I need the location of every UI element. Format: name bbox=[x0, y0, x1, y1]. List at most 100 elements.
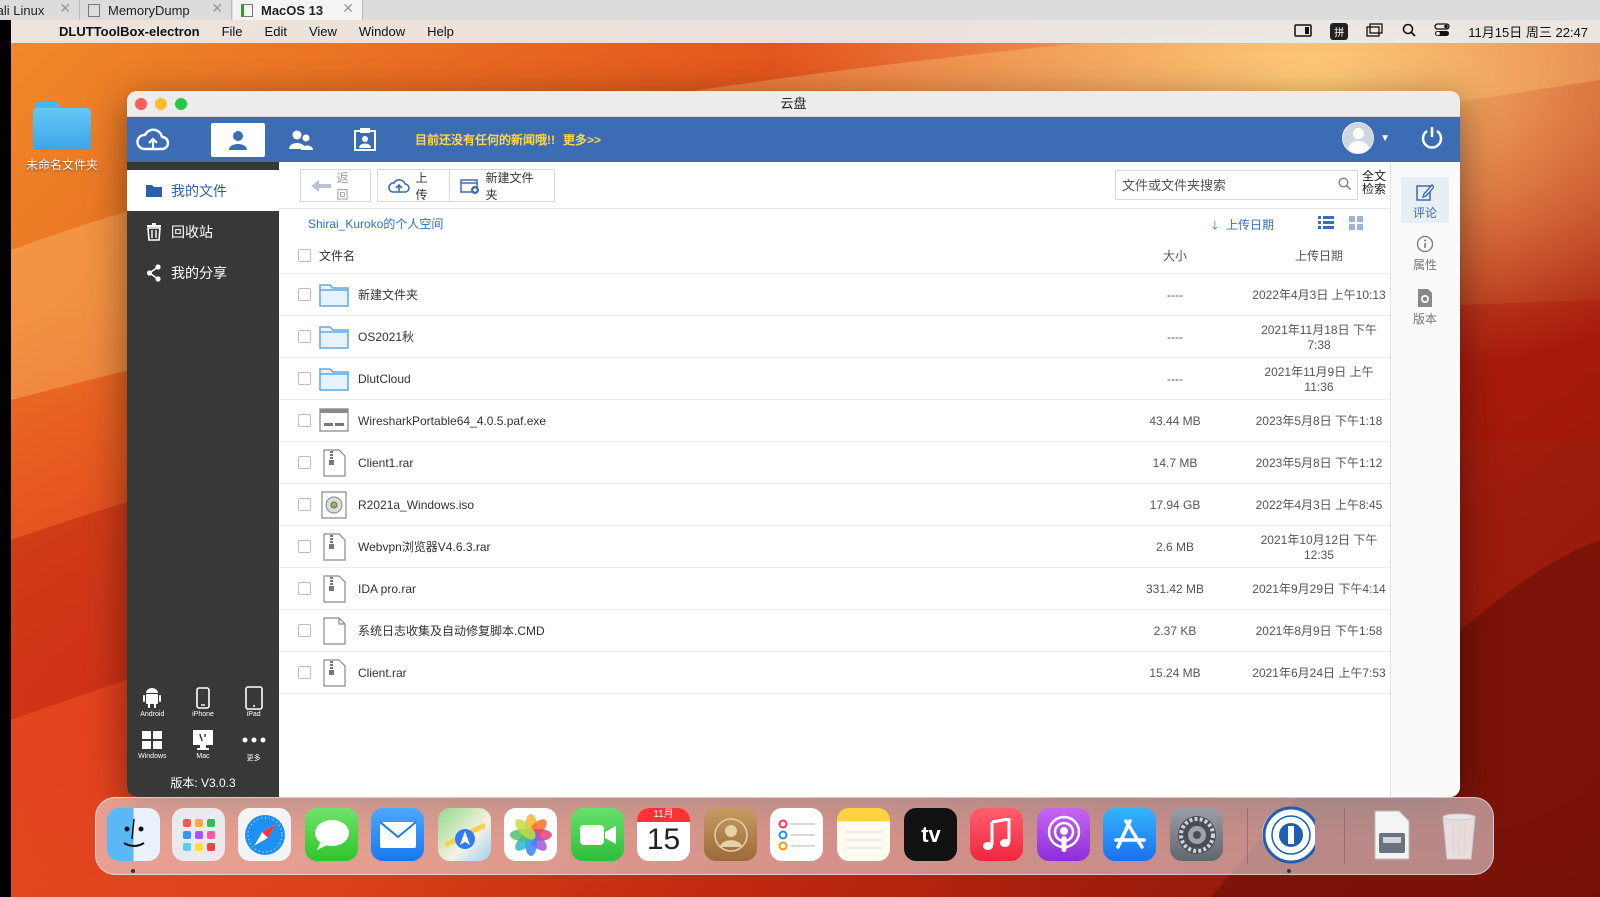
display-icon[interactable] bbox=[1294, 23, 1313, 40]
window-overlap-icon[interactable] bbox=[1366, 23, 1384, 40]
file-name-cell[interactable]: IDA pro.rar bbox=[319, 574, 1100, 603]
department-space-button[interactable] bbox=[337, 123, 393, 157]
file-name-cell[interactable]: 新建文件夹 bbox=[319, 281, 1100, 309]
menu-help[interactable]: Help bbox=[427, 24, 454, 39]
file-name-cell[interactable]: Client.rar bbox=[319, 658, 1100, 687]
column-header-name[interactable]: 文件名 bbox=[319, 247, 1100, 264]
group-space-button[interactable] bbox=[273, 123, 329, 157]
tab-properties[interactable]: 属性 bbox=[1401, 232, 1449, 273]
facetime-icon[interactable] bbox=[571, 808, 624, 861]
sidebar-item-my-shares[interactable]: 我的分享 bbox=[127, 252, 279, 293]
messages-icon[interactable] bbox=[305, 808, 358, 861]
menubar-clock[interactable]: 11月15日 周三 22:47 bbox=[1468, 22, 1588, 41]
grid-view-icon[interactable] bbox=[1349, 216, 1363, 233]
file-name-cell[interactable]: WiresharkPortable64_4.0.5.paf.exe bbox=[319, 407, 1100, 435]
platform-iphone[interactable]: iPhone bbox=[178, 686, 229, 718]
row-checkbox[interactable] bbox=[298, 330, 311, 343]
table-row[interactable]: IDA pro.rar 331.42 MB 2021年9月29日 下午4:14 bbox=[279, 568, 1390, 610]
file-name-cell[interactable]: R2021a_Windows.iso bbox=[319, 490, 1100, 519]
file-name-cell[interactable]: 系统日志收集及自动修复脚本.CMD bbox=[319, 616, 1100, 645]
file-name-cell[interactable]: OS2021秋 bbox=[319, 323, 1100, 351]
desktop-folder[interactable]: 未命名文件夹 bbox=[22, 102, 102, 173]
personal-space-button[interactable] bbox=[211, 122, 265, 157]
contacts-icon[interactable] bbox=[704, 808, 757, 861]
launchpad-icon[interactable] bbox=[172, 808, 225, 861]
reminders-icon[interactable] bbox=[770, 808, 823, 861]
table-row[interactable]: Webvpn浏览器V4.6.3.rar 2.6 MB 2021年10月12日 下午1… bbox=[279, 526, 1390, 568]
close-icon[interactable]: ✕ bbox=[59, 0, 71, 17]
news-more-link[interactable]: 更多>> bbox=[563, 133, 601, 147]
row-checkbox[interactable] bbox=[298, 456, 311, 469]
chevron-down-icon[interactable]: ▼ bbox=[1380, 133, 1390, 144]
vm-tab-macos[interactable]: MacOS 13 ✕ bbox=[233, 0, 363, 20]
table-row[interactable]: 新建文件夹 ---- 2022年4月3日 上午10:13 bbox=[279, 274, 1390, 316]
university-seal-icon[interactable] bbox=[1262, 806, 1315, 863]
zoom-window-button[interactable] bbox=[175, 98, 187, 110]
finder-icon[interactable] bbox=[107, 808, 160, 861]
podcasts-icon[interactable] bbox=[1037, 808, 1090, 861]
platform-android[interactable]: Android bbox=[127, 686, 178, 718]
file-name-cell[interactable]: Webvpn浏览器V4.6.3.rar bbox=[319, 532, 1100, 561]
control-center-icon[interactable] bbox=[1434, 23, 1450, 40]
row-checkbox[interactable] bbox=[298, 582, 311, 595]
input-method-icon[interactable]: 拼 bbox=[1330, 23, 1349, 40]
table-row[interactable]: 系统日志收集及自动修复脚本.CMD 2.37 KB 2021年8月9日 下午1:58 bbox=[279, 610, 1390, 652]
file-name-cell[interactable]: DlutCloud bbox=[319, 365, 1100, 393]
spotlight-search-icon[interactable] bbox=[1402, 23, 1416, 40]
row-checkbox[interactable] bbox=[298, 498, 311, 511]
music-icon[interactable] bbox=[970, 808, 1023, 861]
notes-icon[interactable] bbox=[837, 808, 890, 861]
platform-more[interactable]: 更多 bbox=[228, 728, 279, 763]
table-row[interactable]: WiresharkPortable64_4.0.5.paf.exe 43.44 M… bbox=[279, 400, 1390, 442]
avatar[interactable] bbox=[1342, 122, 1375, 154]
trash-icon[interactable] bbox=[1432, 808, 1485, 861]
platform-windows[interactable]: Windows bbox=[127, 728, 178, 763]
sidebar-item-my-files[interactable]: 我的文件 bbox=[127, 170, 279, 211]
row-checkbox[interactable] bbox=[298, 624, 311, 637]
select-all-checkbox[interactable] bbox=[298, 248, 311, 262]
news-ticker[interactable]: 目前还没有任何的新闻哦!! 更多>> bbox=[415, 131, 601, 148]
column-header-date[interactable]: 上传日期 bbox=[1250, 247, 1388, 264]
photos-icon[interactable] bbox=[504, 808, 557, 861]
search-icon[interactable] bbox=[1338, 177, 1352, 193]
list-view-icon[interactable] bbox=[1318, 216, 1334, 232]
platform-mac[interactable]: Mac bbox=[178, 728, 229, 763]
maps-icon[interactable] bbox=[438, 808, 491, 861]
row-checkbox[interactable] bbox=[298, 666, 311, 679]
upload-button[interactable]: 上传 bbox=[377, 169, 449, 202]
minimize-window-button[interactable] bbox=[155, 98, 167, 110]
menu-file[interactable]: File bbox=[222, 24, 243, 39]
platform-ipad[interactable]: iPad bbox=[228, 686, 279, 718]
fulltext-search-toggle[interactable]: 全文 检索 bbox=[1362, 170, 1390, 196]
row-checkbox[interactable] bbox=[298, 540, 311, 553]
vm-tab-kali[interactable]: Kali Linux ✕ bbox=[0, 0, 80, 20]
downloads-stack-icon[interactable] bbox=[1364, 808, 1417, 861]
app-store-icon[interactable] bbox=[1103, 808, 1156, 861]
row-checkbox[interactable] bbox=[298, 372, 311, 385]
row-checkbox[interactable] bbox=[298, 414, 311, 427]
new-folder-button[interactable]: 新建文件夹 bbox=[449, 169, 555, 202]
apple-tv-icon[interactable]: tv bbox=[904, 808, 957, 861]
menu-edit[interactable]: Edit bbox=[265, 24, 287, 39]
power-icon[interactable] bbox=[1420, 125, 1444, 152]
sidebar-item-recycle-bin[interactable]: 回收站 bbox=[127, 211, 279, 252]
cloud-home-button[interactable] bbox=[127, 123, 179, 157]
calendar-icon[interactable]: 11月 15 bbox=[637, 808, 690, 861]
file-name-cell[interactable]: Client1.rar bbox=[319, 448, 1100, 477]
row-checkbox[interactable] bbox=[298, 288, 311, 301]
tab-comments[interactable]: 评论 bbox=[1401, 177, 1449, 223]
menu-view[interactable]: View bbox=[309, 24, 337, 39]
safari-icon[interactable] bbox=[238, 808, 291, 861]
menu-window[interactable]: Window bbox=[359, 24, 405, 39]
column-header-size[interactable]: 大小 bbox=[1100, 247, 1250, 264]
search-input[interactable] bbox=[1122, 177, 1338, 193]
table-row[interactable]: Client1.rar 14.7 MB 2023年5月8日 下午1:12 bbox=[279, 442, 1390, 484]
close-window-button[interactable] bbox=[135, 98, 147, 110]
sort-by-button[interactable]: 🡓 上传日期 bbox=[1212, 216, 1274, 237]
menu-app-name[interactable]: DLUTToolBox-electron bbox=[59, 24, 200, 39]
table-row[interactable]: OS2021秋 ---- 2021年11月18日 下午7:38 bbox=[279, 316, 1390, 358]
table-row[interactable]: R2021a_Windows.iso 17.94 GB 2022年4月3日 上午8:… bbox=[279, 484, 1390, 526]
tab-versions[interactable]: 版本 bbox=[1401, 286, 1449, 327]
system-settings-icon[interactable] bbox=[1170, 808, 1223, 861]
breadcrumb[interactable]: Shirai_Kuroko的个人空间 bbox=[308, 215, 443, 232]
